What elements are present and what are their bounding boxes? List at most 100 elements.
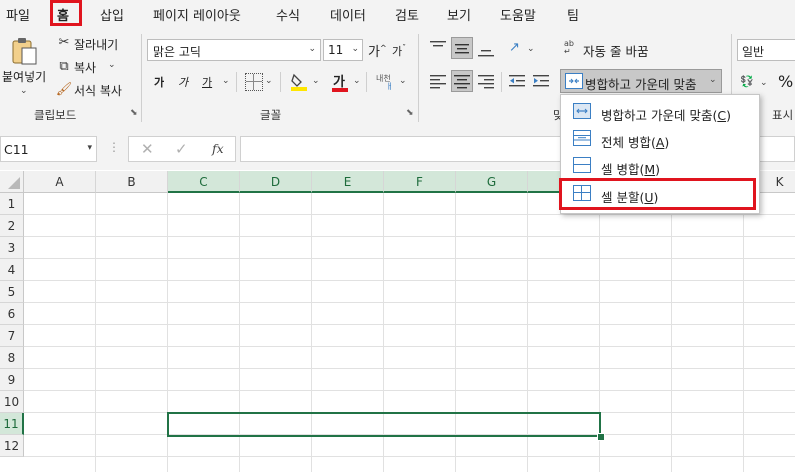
scissors-icon: ✂	[58, 35, 70, 50]
paste-button[interactable]: 붙여넣기	[2, 68, 46, 85]
format-painter-button[interactable]: 서식 복사	[74, 82, 122, 99]
font-size-value: 11	[328, 43, 344, 57]
align-separator	[501, 72, 502, 92]
font-color-swatch	[332, 88, 348, 92]
row-header[interactable]: 12	[0, 435, 24, 457]
merge-center-button[interactable]: 병합하고 가운데 맞춤 ⌄	[560, 69, 722, 93]
underline-button[interactable]: 가	[202, 74, 212, 90]
grid-line	[24, 324, 795, 325]
paste-dropdown-icon[interactable]: ⌄	[20, 86, 28, 96]
grid-line	[671, 193, 672, 472]
phonetic-dropdown-icon[interactable]: ⌄	[399, 76, 407, 86]
row-header[interactable]: 8	[0, 347, 24, 369]
grid-line	[24, 456, 795, 457]
orientation-icon[interactable]: ↗	[509, 40, 520, 55]
tab-page-layout[interactable]: 페이지 레이아웃	[153, 5, 241, 24]
increase-indent-icon[interactable]	[533, 73, 549, 89]
formula-bar-grip-icon: ⋮	[108, 140, 120, 154]
row-header[interactable]: 10	[0, 391, 24, 413]
merge-across-item[interactable]: 전체 병합(A)	[561, 126, 757, 152]
grid-line	[24, 368, 795, 369]
column-header[interactable]: D	[240, 171, 312, 193]
shrink-font-button[interactable]: 가ˇ	[392, 43, 406, 59]
tab-insert[interactable]: 삽입	[100, 5, 124, 24]
worksheet-grid[interactable]: A B C D E F G K 1 2 3 4 5 6 7 8 9 10 11 …	[0, 171, 795, 472]
column-header[interactable]: F	[384, 171, 456, 193]
clipboard-group-label: 클립보드	[34, 108, 77, 122]
home-tab-highlight	[50, 0, 82, 26]
merge-cells-item[interactable]: 셀 병합(M)	[561, 153, 757, 179]
column-header[interactable]: A	[24, 171, 96, 193]
insert-function-icon[interactable]: fx	[212, 141, 224, 156]
align-left-icon[interactable]	[430, 73, 446, 89]
copy-button[interactable]: 복사	[74, 59, 96, 76]
grow-font-button[interactable]: 가^	[368, 41, 387, 60]
column-header[interactable]: E	[312, 171, 384, 193]
font-name-value: 맑은 고딕	[153, 45, 201, 59]
merge-and-center-item[interactable]: 병합하고 가운데 맞춤(C)	[561, 99, 757, 125]
align-center-button[interactable]	[451, 70, 473, 92]
wrap-text-icon: ab ↵	[564, 39, 574, 56]
copy-dropdown-icon[interactable]: ⌄	[108, 60, 116, 70]
row-header[interactable]: 4	[0, 259, 24, 281]
font-color-button[interactable]: 가	[332, 71, 348, 93]
bold-button[interactable]: 가	[154, 74, 164, 90]
select-all-button[interactable]	[0, 171, 24, 193]
tab-help[interactable]: 도움말	[500, 5, 536, 24]
italic-button[interactable]: 가	[178, 74, 188, 90]
font-name-combo[interactable]: 맑은 고딕 ⌄	[147, 39, 321, 61]
underline-dropdown-icon[interactable]: ⌄	[222, 76, 230, 86]
selected-range[interactable]	[167, 412, 601, 437]
borders-icon[interactable]	[245, 73, 263, 91]
font-color-dropdown-icon[interactable]: ⌄	[353, 76, 361, 86]
font-size-combo[interactable]: 11 ⌄	[323, 39, 363, 61]
fill-handle[interactable]	[597, 433, 605, 441]
orientation-dropdown-icon[interactable]: ⌄	[527, 44, 535, 54]
ribbon-separator	[141, 34, 142, 122]
name-box[interactable]: C11 ▾	[0, 136, 97, 162]
row-header[interactable]: 9	[0, 369, 24, 391]
column-header[interactable]: G	[456, 171, 528, 193]
align-right-icon[interactable]	[478, 73, 494, 89]
row-header[interactable]: 5	[0, 281, 24, 303]
percent-style-icon[interactable]: %	[778, 72, 793, 91]
wrap-text-button[interactable]: 자동 줄 바꿈	[583, 41, 648, 60]
row-header[interactable]: 6	[0, 303, 24, 325]
grid-line	[24, 302, 795, 303]
font-separator	[366, 72, 367, 92]
number-format-value: 일반	[742, 45, 765, 59]
number-format-combo[interactable]: 일반	[737, 39, 795, 61]
tab-team[interactable]: 팀	[567, 5, 579, 24]
enter-icon[interactable]: ✓	[175, 140, 188, 158]
column-header[interactable]: B	[96, 171, 168, 193]
fill-color-dropdown-icon[interactable]: ⌄	[312, 76, 320, 86]
clipboard-launcher-icon[interactable]: ⬊	[130, 108, 138, 118]
row-header[interactable]: 11	[0, 413, 24, 435]
font-launcher-icon[interactable]: ⬊	[406, 108, 414, 118]
align-bottom-icon[interactable]	[478, 42, 494, 58]
cut-button[interactable]: 잘라내기	[74, 36, 118, 53]
tab-formulas[interactable]: 수식	[276, 5, 300, 24]
merge-cells-label: 셀 병합(M)	[601, 162, 661, 177]
merge-center-label: 병합하고 가운데 맞춤	[585, 77, 697, 92]
align-top-icon[interactable]	[430, 40, 446, 54]
row-header[interactable]: 7	[0, 325, 24, 347]
decrease-indent-icon[interactable]	[509, 73, 525, 89]
borders-dropdown-icon[interactable]: ⌄	[265, 76, 273, 86]
grid-line	[24, 390, 795, 391]
row-header[interactable]: 1	[0, 193, 24, 215]
tab-review[interactable]: 검토	[395, 5, 419, 24]
tab-file[interactable]: 파일	[6, 5, 30, 24]
accounting-dropdown-icon[interactable]: ⌄	[760, 78, 768, 88]
tab-view[interactable]: 보기	[447, 5, 471, 24]
fill-color-icon[interactable]	[291, 72, 307, 92]
row-header[interactable]: 3	[0, 237, 24, 259]
grid-line	[24, 258, 795, 259]
column-header[interactable]: C	[168, 171, 240, 193]
paste-icon[interactable]	[10, 36, 40, 66]
accounting-format-icon[interactable]: 💱	[740, 75, 754, 88]
tab-data[interactable]: 데이터	[330, 5, 366, 24]
cancel-icon[interactable]: ✕	[141, 140, 154, 158]
align-middle-button[interactable]	[451, 37, 473, 59]
row-header[interactable]: 2	[0, 215, 24, 237]
